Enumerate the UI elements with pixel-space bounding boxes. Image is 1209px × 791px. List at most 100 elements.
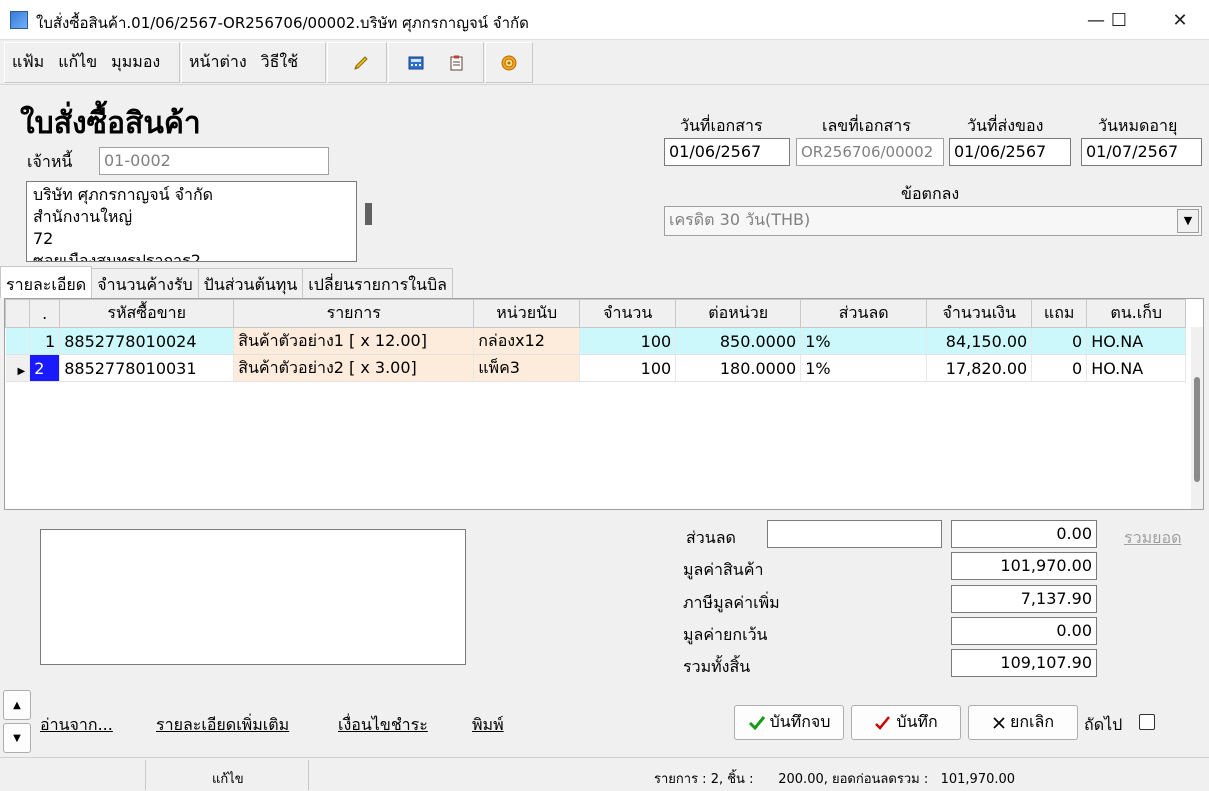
- row-indicator[interactable]: ▶: [5, 354, 31, 382]
- creditor-code-field[interactable]: 01-0002: [99, 147, 329, 175]
- column-header[interactable]: แถม: [1031, 299, 1088, 328]
- read-from-link[interactable]: อ่านจาก...: [40, 713, 113, 738]
- cell-amount[interactable]: 84,150.00: [926, 327, 1033, 355]
- menu-group-window: หน้าต่าง วิธีใช้: [181, 42, 326, 83]
- menu-help[interactable]: วิธีใช้: [261, 50, 298, 75]
- delivery-date-field[interactable]: 01/06/2567: [949, 138, 1071, 166]
- grid-scrollbar[interactable]: [1191, 327, 1203, 509]
- scroll-up-button[interactable]: ▲: [3, 690, 31, 720]
- notes-memo[interactable]: [40, 529, 466, 665]
- cell-barcode[interactable]: 8852778010031: [59, 354, 235, 382]
- title-bar: ใบสั่งซื้อสินค้า.01/06/2567-OR256706/000…: [0, 0, 1209, 40]
- menu-view[interactable]: มุมมอง: [111, 50, 160, 75]
- column-header[interactable]: รหัสซื้อขาย: [59, 299, 235, 328]
- terms-label: ข้อตกลง: [901, 184, 960, 203]
- column-header[interactable]: ต่อหน่วย: [675, 299, 802, 328]
- cell-location[interactable]: HO.NA: [1086, 327, 1187, 355]
- grid-header-row: . รหัสซื้อขาย รายการ หน่วยนับ จำนวน ต่อห…: [5, 299, 1187, 328]
- detail-tabs: รายละเอียด จำนวนค้างรับ ปันส่วนต้นทุน เป…: [0, 266, 453, 298]
- discount-label: ส่วนลด: [686, 528, 736, 547]
- discount-text-field[interactable]: [767, 520, 942, 548]
- scroll-down-button[interactable]: ▼: [3, 723, 31, 753]
- menu-edit[interactable]: แก้ไข: [58, 50, 97, 75]
- payment-terms-link[interactable]: เงื่อนไขชำระ: [338, 713, 428, 738]
- terms-select[interactable]: เครดิต 30 วัน(THB) ▼: [664, 206, 1202, 236]
- column-header[interactable]: ตน.เก็บ: [1086, 299, 1187, 328]
- save-button[interactable]: บันทึก: [851, 705, 961, 740]
- status-mode: แก้ไข: [212, 772, 244, 787]
- grand-total-field: 109,107.90: [951, 649, 1097, 677]
- tab-pending-receive[interactable]: จำนวนค้างรับ: [91, 268, 199, 298]
- cell-unit[interactable]: กล่องx12: [473, 327, 581, 355]
- menu-file[interactable]: แฟ้ม: [12, 50, 44, 75]
- column-header[interactable]: ส่วนลด: [800, 299, 928, 328]
- column-header[interactable]: หน่วยนับ: [473, 299, 581, 328]
- cell-free[interactable]: 0: [1031, 327, 1088, 355]
- cell-unit[interactable]: แพ็ค3: [473, 354, 581, 382]
- cell-amount[interactable]: 17,820.00: [926, 354, 1033, 382]
- address-line: สำนักงานใหญ่: [33, 207, 133, 226]
- maximize-button[interactable]: ☐: [1096, 6, 1142, 34]
- cell-free[interactable]: 0: [1031, 354, 1088, 382]
- close-button[interactable]: ✕: [1157, 6, 1203, 34]
- column-header[interactable]: จำนวน: [579, 299, 677, 328]
- calculator-icon[interactable]: [407, 54, 425, 72]
- doc-date-field[interactable]: 01/06/2567: [664, 138, 790, 166]
- check-mark-icon: [875, 715, 891, 730]
- cell-item[interactable]: สินค้าตัวอย่าง2 [ x 3.00]: [233, 354, 475, 382]
- row-indicator-header: [5, 299, 31, 328]
- toolbar-group-views: [388, 42, 484, 83]
- save-label: บันทึก: [896, 712, 938, 731]
- doc-date-label: วันที่เอกสาร: [680, 116, 763, 135]
- cell-unit-price[interactable]: 180.0000: [675, 354, 802, 382]
- target-icon[interactable]: [500, 54, 518, 72]
- tab-cost-allocation[interactable]: ปันส่วนต้นทุน: [197, 268, 304, 298]
- grid-scroll-thumb[interactable]: [1194, 377, 1200, 482]
- menu-window[interactable]: หน้าต่าง: [189, 50, 247, 75]
- cell-barcode[interactable]: 8852778010024: [59, 327, 235, 355]
- save-close-button[interactable]: บันทึกจบ: [734, 705, 844, 740]
- cell-location[interactable]: HO.NA: [1086, 354, 1187, 382]
- table-row[interactable]: ▶ 2 8852778010031 สินค้าตัวอย่าง2 [ x 3.…: [5, 354, 1187, 382]
- cancel-button[interactable]: ยกเลิก: [968, 705, 1078, 740]
- row-indicator[interactable]: [5, 327, 31, 355]
- column-header[interactable]: .: [29, 299, 61, 328]
- items-grid[interactable]: . รหัสซื้อขาย รายการ หน่วยนับ จำนวน ต่อห…: [4, 298, 1204, 510]
- creditor-address-memo[interactable]: บริษัท ศุภกรกาญจน์ จำกัด สำนักงานใหญ่ 72…: [26, 181, 357, 262]
- address-scroll-thumb[interactable]: [365, 203, 372, 225]
- table-row[interactable]: 1 8852778010024 สินค้าตัวอย่าง1 [ x 12.0…: [5, 327, 1187, 355]
- cell-discount[interactable]: 1%: [800, 327, 928, 355]
- goods-value-label: มูลค่าสินค้า: [683, 560, 764, 579]
- print-link[interactable]: พิมพ์: [472, 713, 504, 738]
- column-header[interactable]: รายการ: [233, 299, 475, 328]
- tab-change-bill-items[interactable]: เปลี่ยนรายการในบิล: [302, 268, 453, 298]
- cell-seq[interactable]: 2: [29, 354, 61, 382]
- cell-discount[interactable]: 1%: [800, 354, 928, 382]
- discount-value-field[interactable]: 0.00: [951, 520, 1097, 548]
- cell-qty[interactable]: 100: [579, 354, 677, 382]
- current-row-arrow-icon: ▶: [17, 365, 26, 377]
- pencil-icon[interactable]: [352, 54, 370, 72]
- exempt-label: มูลค่ายกเว้น: [683, 625, 768, 644]
- next-checkbox[interactable]: [1139, 714, 1155, 730]
- cell-qty[interactable]: 100: [579, 327, 677, 355]
- cell-seq[interactable]: 1: [29, 327, 61, 355]
- menu-toolbar: แฟ้ม แก้ไข มุมมอง หน้าต่าง วิธีใช้: [0, 40, 1209, 85]
- creditor-label: เจ้าหนี้: [27, 152, 73, 171]
- save-close-label: บันทึกจบ: [769, 712, 831, 731]
- tab-details[interactable]: รายละเอียด: [0, 266, 93, 298]
- next-label: ถัดไป: [1084, 715, 1123, 734]
- status-summary: รายการ : 2, ชิ้น : 200.00, ยอดก่อนลดรวม …: [654, 772, 1016, 787]
- arrow-down-icon: ▼: [13, 732, 21, 744]
- doc-no-label: เลขที่เอกสาร: [822, 116, 911, 135]
- cell-unit-price[interactable]: 850.0000: [675, 327, 802, 355]
- delivery-date-label: วันที่ส่งของ: [967, 116, 1044, 135]
- expiry-date-field[interactable]: 01/07/2567: [1081, 138, 1202, 166]
- more-details-link[interactable]: รายละเอียดเพิ่มเติม: [156, 713, 289, 738]
- cell-item[interactable]: สินค้าตัวอย่าง1 [ x 12.00]: [233, 327, 475, 355]
- column-header[interactable]: จำนวนเงิน: [926, 299, 1033, 328]
- doc-no-field[interactable]: OR256706/00002: [796, 138, 944, 166]
- recalc-link[interactable]: รวมยอด: [1124, 526, 1182, 551]
- clipboard-icon[interactable]: [447, 54, 465, 72]
- chevron-down-icon[interactable]: ▼: [1177, 209, 1199, 233]
